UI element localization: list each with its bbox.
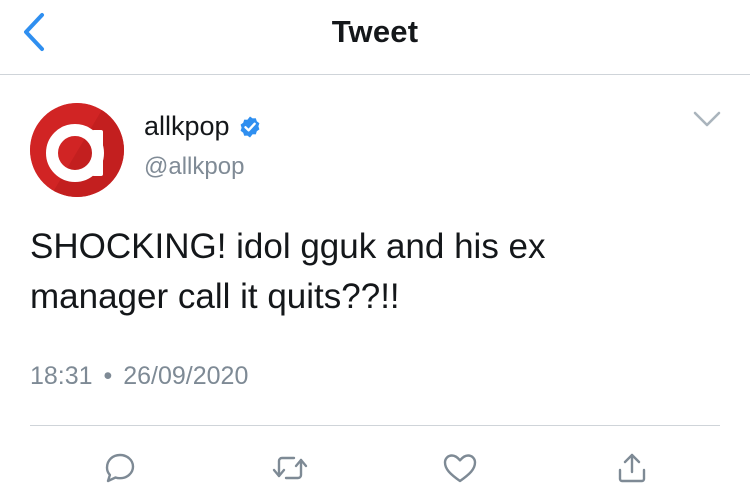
chevron-down-icon	[693, 111, 721, 127]
reply-icon	[105, 453, 135, 483]
retweet-icon	[272, 456, 308, 480]
divider	[30, 425, 720, 426]
share-button[interactable]	[610, 446, 654, 490]
author-handle[interactable]: @allkpop	[144, 153, 244, 181]
share-icon	[618, 453, 646, 483]
more-options-button[interactable]	[690, 104, 724, 134]
tweet-text-line: manager call it quits??!!	[30, 277, 400, 316]
author-name: allkpop	[144, 111, 230, 141]
like-button[interactable]	[438, 446, 482, 490]
reply-button[interactable]	[98, 446, 142, 490]
avatar[interactable]	[30, 103, 124, 197]
tweet-text: SHOCKING! idol gguk and his ex manager c…	[30, 222, 720, 322]
tweet-timestamp: 18:31 • 26/09/2020	[30, 362, 248, 391]
tweet-time: 18:31	[30, 362, 93, 390]
author-name-row[interactable]: allkpop	[144, 111, 262, 142]
top-bar: Tweet	[0, 0, 750, 75]
meta-separator: •	[103, 362, 113, 390]
verified-badge-icon	[238, 115, 262, 139]
tweet-text-line: SHOCKING! idol gguk and his ex	[30, 227, 546, 266]
tweet-date: 26/09/2020	[123, 362, 249, 390]
page-title: Tweet	[331, 14, 419, 49]
like-icon	[443, 454, 477, 483]
retweet-button[interactable]	[268, 446, 312, 490]
allkpop-logo	[30, 103, 124, 197]
